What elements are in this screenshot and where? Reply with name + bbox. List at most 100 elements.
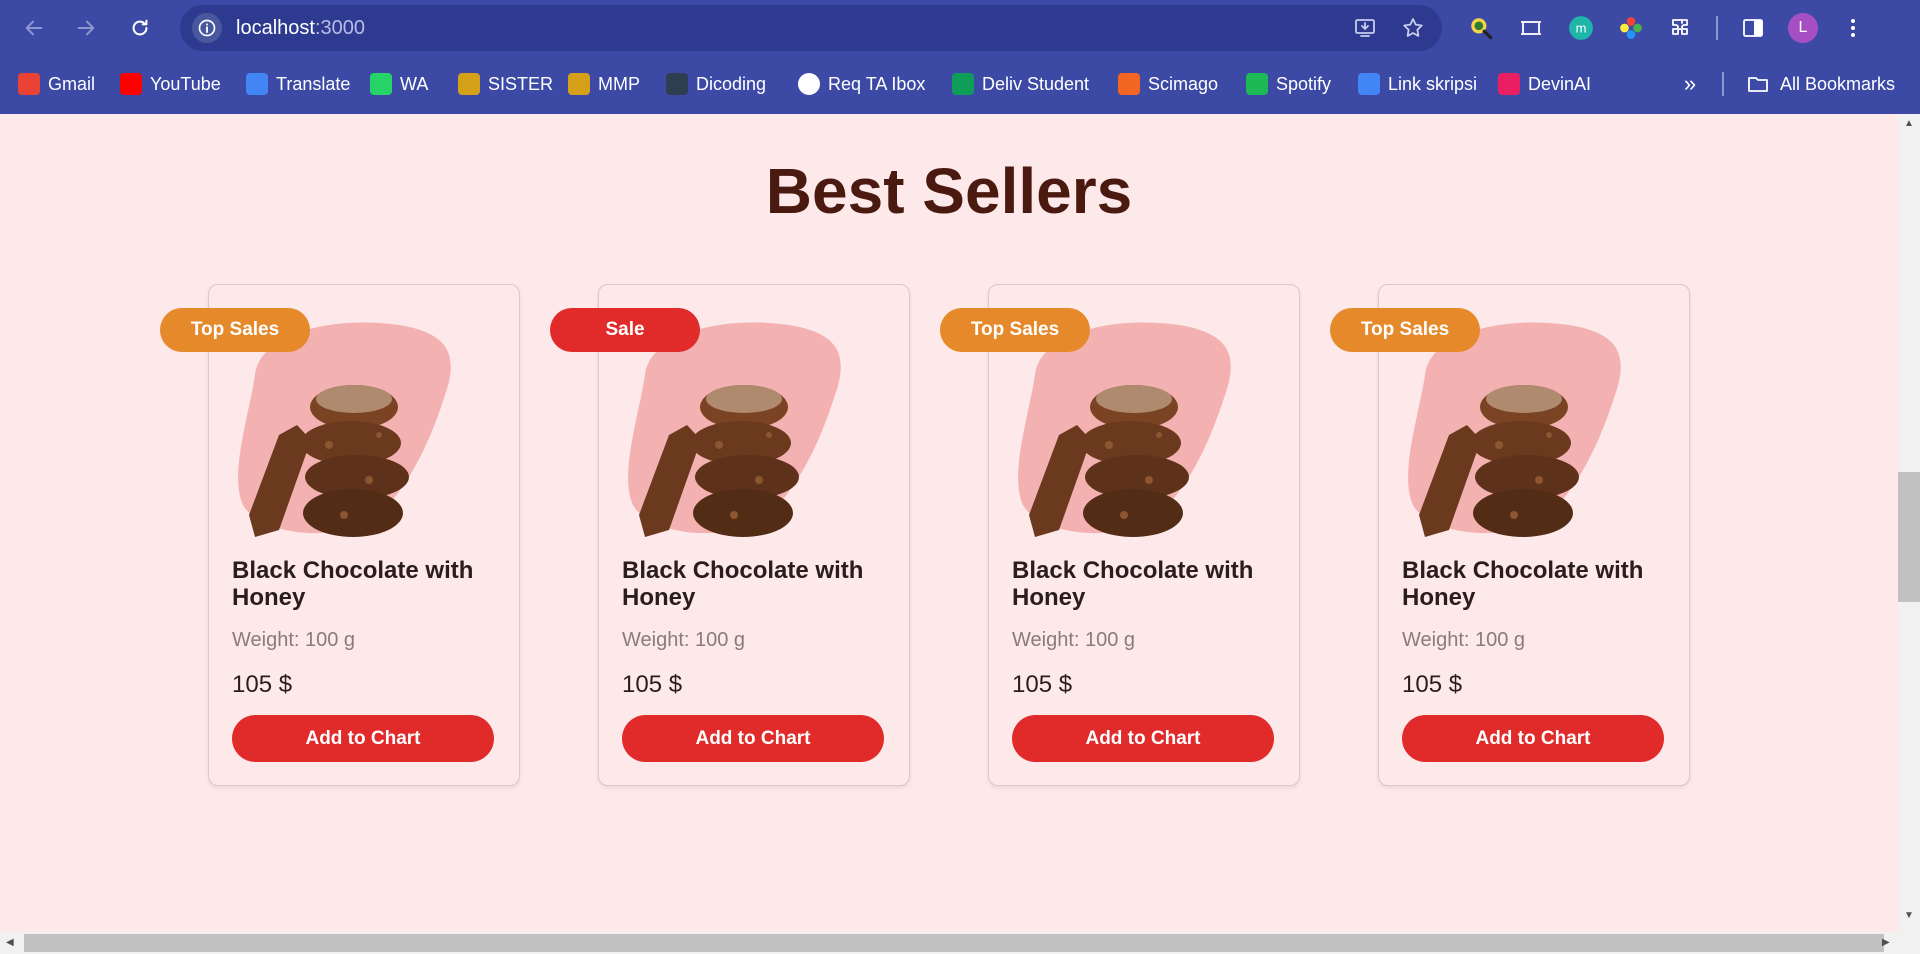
product-price: 105 $ (1012, 671, 1073, 698)
product-price: 105 $ (232, 671, 293, 698)
bookmark-item[interactable]: Link skripsi (1348, 64, 1487, 104)
toolbar-separator (1716, 16, 1718, 40)
product-card[interactable]: Black Chocolate with Honey Weight: 100 g 1… (598, 284, 910, 786)
reload-button[interactable] (124, 12, 156, 44)
bookmark-label: Link skripsi (1388, 73, 1478, 94)
gmail-icon (18, 73, 40, 95)
product-card[interactable]: Black Chocolate with Honey Weight: 100 g 1… (988, 284, 1300, 786)
whatsapp-icon (370, 73, 392, 95)
bookmark-item[interactable]: Dicoding (656, 64, 776, 104)
folder-icon (1748, 77, 1768, 92)
all-bookmarks-button[interactable]: All Bookmarks (1746, 64, 1895, 104)
browser-menu-icon[interactable] (1838, 13, 1868, 43)
back-arrow-icon (25, 20, 43, 36)
product-name: Black Chocolate with Honey (232, 557, 474, 611)
scrollbar-corner (1898, 932, 1920, 954)
scroll-right-arrow-icon[interactable]: ▶ (1882, 937, 1890, 948)
bookmark-item[interactable]: DevinAI (1488, 64, 1601, 104)
product-weight: Weight: 100 g (622, 629, 746, 651)
scroll-down-arrow-icon[interactable]: ▼ (1904, 910, 1914, 921)
bookmarks-separator (1722, 72, 1724, 96)
bookmark-star-icon[interactable] (1398, 13, 1428, 43)
product-badge: Sale (550, 308, 700, 352)
product-weight: Weight: 100 g (232, 629, 356, 651)
bookmark-item[interactable]: MMP (558, 64, 650, 104)
reload-icon (132, 19, 148, 36)
product-name: Black Chocolate with Honey (622, 557, 864, 611)
scroll-up-arrow-icon[interactable]: ▲ (1904, 118, 1914, 129)
product-name: Black Chocolate with Honey (1402, 557, 1644, 611)
bookmark-item[interactable]: YouTube (110, 64, 231, 104)
section-title: Best Sellers (765, 155, 1133, 227)
m-extension-icon[interactable]: m (1566, 13, 1596, 43)
forward-arrow-icon (77, 20, 95, 36)
add-to-cart-button[interactable]: Add to Chart (232, 715, 494, 762)
install-app-icon[interactable] (1350, 13, 1380, 43)
site-info-icon[interactable] (192, 13, 222, 43)
url-text[interactable]: localhost:3000 (236, 17, 365, 40)
bookmark-label: Req TA Ibox (828, 73, 926, 94)
bookmark-label: Deliv Student (982, 73, 1090, 94)
horizontal-scrollbar-thumb[interactable] (24, 934, 1884, 952)
more-bookmarks-button[interactable]: » (1676, 64, 1704, 104)
scimago-icon (1118, 73, 1140, 95)
grammarly-extension-icon[interactable] (1466, 13, 1496, 43)
dicoding-icon (666, 73, 688, 95)
product-name: Black Chocolate with Honey (1012, 557, 1254, 611)
bookmark-label: Gmail (48, 73, 96, 94)
profile-avatar[interactable]: L (1788, 13, 1818, 43)
bookmark-label: YouTube (150, 73, 221, 94)
add-to-cart-button[interactable]: Add to Chart (1402, 715, 1664, 762)
browser-chrome: localhost:3000 m L Gmail YouTube Transla… (0, 0, 1920, 114)
bookmark-label: Spotify (1276, 73, 1332, 94)
product-badge: Top Sales (160, 308, 310, 352)
scroll-left-arrow-icon[interactable]: ◀ (6, 937, 14, 948)
page-content: Best Sellers Black Chocolate with Honey W… (0, 114, 1898, 932)
address-bar[interactable]: localhost:3000 (180, 5, 1442, 51)
product-price: 105 $ (622, 671, 683, 698)
add-to-cart-button[interactable]: Add to Chart (1012, 715, 1274, 762)
bookmark-item[interactable]: Translate (236, 64, 360, 104)
vertical-scrollbar-thumb[interactable] (1898, 472, 1920, 602)
bookmark-label: WA (400, 73, 429, 94)
product-card[interactable]: Black Chocolate with Honey Weight: 100 g 1… (1378, 284, 1690, 786)
bookmark-item[interactable]: Deliv Student (942, 64, 1099, 104)
translate-icon (246, 73, 268, 95)
bookmark-item[interactable]: Gmail (8, 64, 105, 104)
bookmark-label: Scimago (1148, 73, 1219, 94)
all-bookmarks-label: All Bookmarks (1780, 73, 1896, 94)
bookmark-item[interactable]: SISTER (448, 64, 563, 104)
forward-button[interactable] (70, 12, 102, 44)
youtube-icon (120, 73, 142, 95)
bookmark-item[interactable]: Req TA Ibox (788, 64, 935, 104)
url-host: localhost (236, 16, 315, 39)
product-badge: Top Sales (1330, 308, 1480, 352)
bookmark-item[interactable]: Spotify (1236, 64, 1341, 104)
bookmark-label: SISTER (488, 73, 554, 94)
bookmark-label: Translate (276, 73, 351, 94)
bookmark-label: Dicoding (696, 73, 767, 94)
svg-text:m: m (1576, 20, 1587, 35)
devinai-icon (1498, 73, 1520, 95)
color-picker-extension-icon[interactable] (1616, 13, 1646, 43)
browser-toolbar: localhost:3000 m L (0, 0, 1920, 56)
product-badge: Top Sales (940, 308, 1090, 352)
bookmark-item[interactable]: Scimago (1108, 64, 1228, 104)
bookmark-label: MMP (598, 73, 640, 94)
product-weight: Weight: 100 g (1402, 629, 1526, 651)
sheets-icon (952, 73, 974, 95)
bookmark-item[interactable]: WA (360, 64, 438, 104)
url-port: :3000 (314, 16, 365, 39)
docs-icon (1358, 73, 1380, 95)
screenshot-extension-icon[interactable] (1516, 13, 1546, 43)
mmp-icon (568, 73, 590, 95)
bookmark-label: DevinAI (1528, 73, 1592, 94)
product-card[interactable]: Black Chocolate with Honey Weight: 100 g 1… (208, 284, 520, 786)
side-panel-icon[interactable] (1738, 13, 1768, 43)
bookmarks-bar: Gmail YouTube Translate WA SISTER MMP Dicoding… (0, 64, 1920, 104)
back-button[interactable] (18, 12, 50, 44)
extensions-area: m L (1466, 10, 1868, 46)
extensions-puzzle-icon[interactable] (1666, 13, 1696, 43)
product-weight: Weight: 100 g (1012, 629, 1136, 651)
add-to-cart-button[interactable]: Add to Chart (622, 715, 884, 762)
